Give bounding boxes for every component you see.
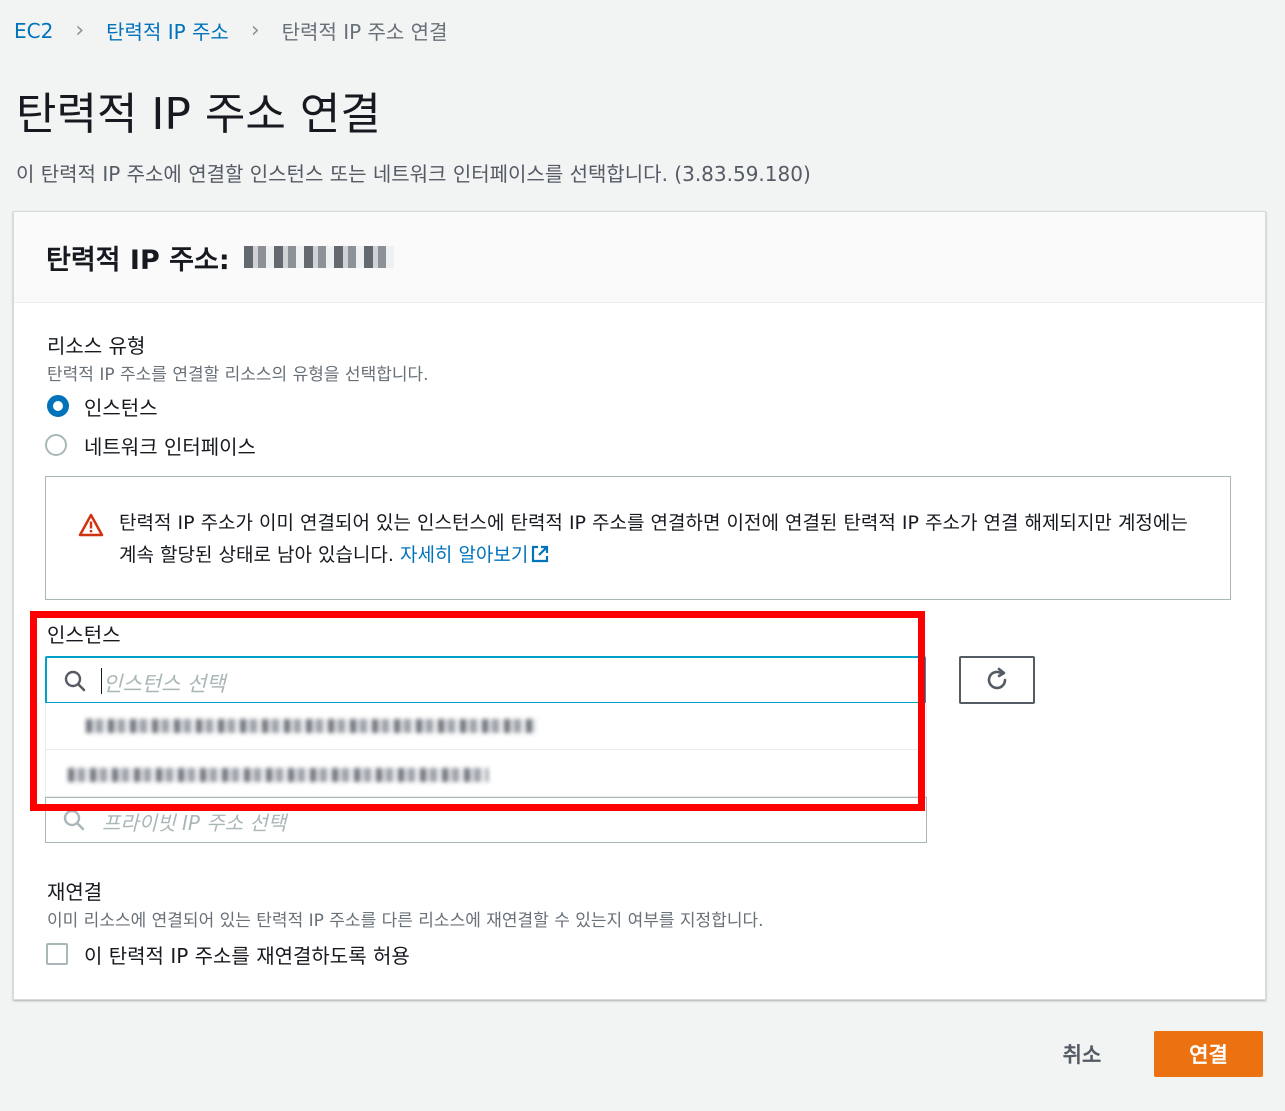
reassociation-label: 재연결 bbox=[47, 880, 103, 904]
associate-panel: 탄력적 IP 주소: 리소스 유형 탄력적 IP 주소를 연결할 리소스의 유형… bbox=[13, 211, 1266, 1000]
alert-message: 탄력적 IP 주소가 이미 연결되어 있는 인스턴스에 탄력적 IP 주소를 연… bbox=[119, 512, 1188, 566]
allow-reassociation-checkbox[interactable] bbox=[46, 943, 68, 965]
resource-type-label: 리소스 유형 bbox=[47, 334, 146, 358]
allow-reassociation-label[interactable]: 이 탄력적 IP 주소를 재연결하도록 허용 bbox=[84, 940, 410, 969]
blurred-instance-id bbox=[86, 719, 536, 733]
reassociation-description: 이미 리소스에 연결되어 있는 탄력적 IP 주소를 다른 리소스에 재연결할 … bbox=[47, 911, 764, 931]
radio-instance[interactable] bbox=[47, 395, 69, 417]
panel-title: 탄력적 IP 주소: bbox=[46, 244, 230, 276]
private-ip-placeholder: 프라이빗 IP 주소 선택 bbox=[102, 811, 287, 835]
breadcrumb-current: 탄력적 IP 주소 연결 bbox=[281, 20, 448, 44]
instance-label: 인스턴스 bbox=[47, 623, 121, 647]
alert-text: 탄력적 IP 주소가 이미 연결되어 있는 인스턴스에 탄력적 IP 주소를 연… bbox=[119, 507, 1204, 571]
refresh-icon bbox=[987, 667, 1007, 690]
instance-search-placeholder: 인스턴스 선택 bbox=[103, 672, 226, 696]
radio-network-interface-label[interactable]: 네트워크 인터페이스 bbox=[84, 431, 256, 460]
instance-dropdown bbox=[45, 703, 927, 798]
page-description: 이 탄력적 IP 주소에 연결할 인스턴스 또는 네트워크 인터페이스를 선택합… bbox=[16, 162, 811, 186]
cancel-button[interactable]: 취소 bbox=[1040, 1032, 1124, 1076]
warning-alert: 탄력적 IP 주소가 이미 연결되어 있는 인스턴스에 탄력적 IP 주소를 연… bbox=[45, 476, 1231, 600]
private-ip-search-input[interactable]: 프라이빗 IP 주소 선택 bbox=[45, 797, 927, 843]
instance-option[interactable] bbox=[46, 703, 926, 750]
chevron-right-icon: › bbox=[75, 18, 85, 43]
text-caret bbox=[101, 668, 102, 694]
panel-header: 탄력적 IP 주소: bbox=[14, 212, 1265, 303]
blurred-instance-id bbox=[68, 768, 488, 782]
resource-type-description: 탄력적 IP 주소를 연결할 리소스의 유형을 선택합니다. bbox=[47, 365, 429, 385]
instance-option[interactable] bbox=[46, 750, 926, 797]
masked-ip-address bbox=[243, 246, 394, 268]
search-icon bbox=[64, 670, 86, 692]
breadcrumb: EC2 › 탄력적 IP 주소 › 탄력적 IP 주소 연결 bbox=[14, 16, 447, 45]
radio-network-interface[interactable] bbox=[45, 434, 67, 456]
learn-more-label: 자세히 알아보기 bbox=[399, 544, 529, 566]
warning-icon bbox=[78, 513, 104, 537]
external-link-icon bbox=[532, 545, 549, 563]
associate-button[interactable]: 연결 bbox=[1154, 1031, 1263, 1077]
learn-more-link[interactable]: 자세히 알아보기 bbox=[400, 544, 550, 566]
radio-instance-label[interactable]: 인스턴스 bbox=[84, 392, 158, 421]
breadcrumb-elastic-ip-link[interactable]: 탄력적 IP 주소 bbox=[106, 16, 229, 45]
instance-search-input[interactable]: 인스턴스 선택 bbox=[45, 656, 926, 704]
chevron-right-icon: › bbox=[250, 18, 260, 43]
page-title: 탄력적 IP 주소 연결 bbox=[16, 89, 381, 140]
refresh-button[interactable] bbox=[959, 656, 1035, 704]
breadcrumb-ec2-link[interactable]: EC2 bbox=[14, 19, 53, 43]
search-icon bbox=[63, 809, 85, 831]
